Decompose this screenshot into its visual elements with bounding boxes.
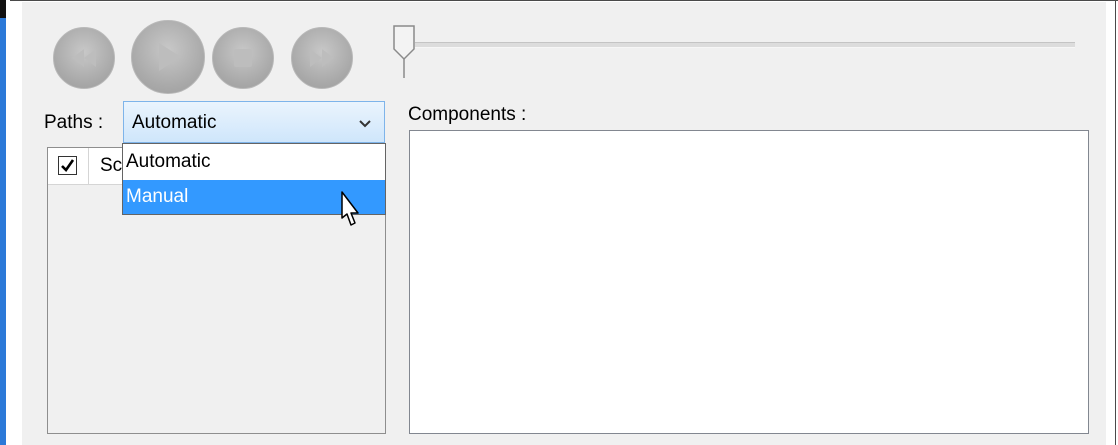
- paths-combobox-value: Automatic: [132, 112, 217, 133]
- window-edge-dark: [0, 0, 6, 18]
- rewind-icon: [72, 49, 96, 67]
- components-list[interactable]: [409, 130, 1089, 434]
- play-icon: [159, 43, 181, 71]
- timeline-slider-track[interactable]: [415, 42, 1075, 48]
- dropdown-option-automatic[interactable]: Automatic: [123, 145, 385, 179]
- paths-list-header-label: Sc: [100, 155, 123, 176]
- components-label: Components :: [408, 104, 527, 125]
- window-right-border: [1115, 0, 1116, 445]
- mouse-cursor-icon: [341, 191, 359, 226]
- checkmark-icon: [61, 159, 75, 173]
- fast-forward-icon: [310, 49, 334, 67]
- fast-forward-button[interactable]: [291, 27, 353, 89]
- rewind-button[interactable]: [53, 27, 115, 89]
- window-top-border: [10, 0, 1118, 1]
- chevron-down-icon: [359, 120, 371, 128]
- window-edge-accent: [0, 0, 6, 445]
- timeline-slider-thumb[interactable]: [392, 25, 416, 79]
- play-button[interactable]: [131, 20, 205, 94]
- stop-icon: [234, 49, 252, 67]
- paths-combobox[interactable]: Automatic: [123, 101, 385, 143]
- header-divider: [88, 148, 89, 184]
- select-all-checkbox[interactable]: [58, 156, 77, 175]
- paths-label: Paths :: [44, 112, 104, 133]
- stop-button[interactable]: [212, 27, 274, 89]
